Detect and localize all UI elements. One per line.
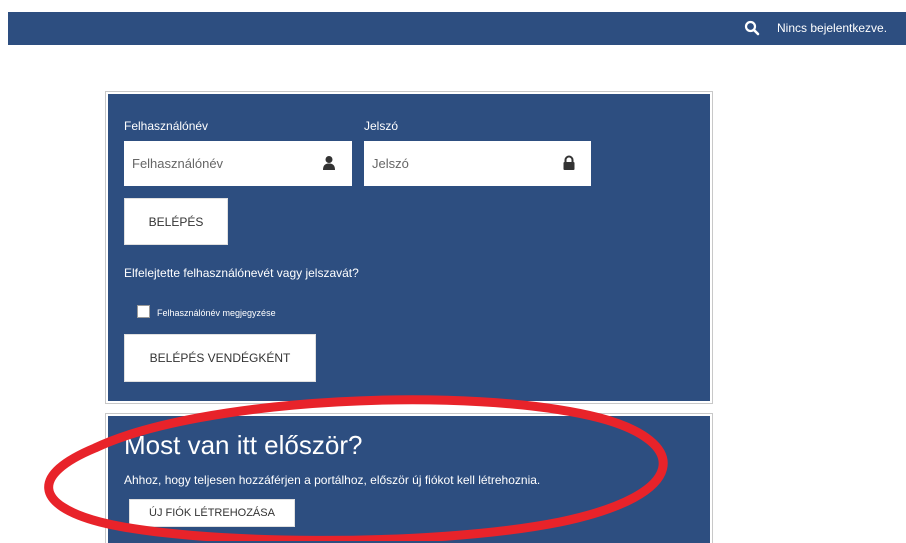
login-panel: Felhasználónév Jelszó BELÉPÉS Elfelejtet… xyxy=(106,92,712,403)
login-status-text[interactable]: Nincs bejelentkezve. xyxy=(777,21,887,35)
username-label: Felhasználónév xyxy=(124,119,209,133)
signup-panel: Most van itt először? Ahhoz, hogy teljes… xyxy=(106,414,712,543)
forgot-credentials-link[interactable]: Elfelejtette felhasználónevét vagy jelsz… xyxy=(124,266,359,280)
remember-username-checkbox[interactable] xyxy=(137,305,150,318)
top-navbar: Nincs bejelentkezve. xyxy=(8,12,906,45)
password-field-wrapper xyxy=(364,141,591,186)
guest-login-button[interactable]: BELÉPÉS VENDÉGKÉNT xyxy=(124,334,316,382)
signup-heading: Most van itt először? xyxy=(124,430,363,460)
lock-icon xyxy=(563,155,575,170)
remember-username-label[interactable]: Felhasználónév megjegyzése xyxy=(157,308,276,318)
user-icon xyxy=(323,156,335,170)
password-input[interactable] xyxy=(372,141,552,186)
username-field-wrapper xyxy=(124,141,352,186)
create-account-button[interactable]: ÚJ FIÓK LÉTREHOZÁSA xyxy=(129,499,295,527)
signup-description: Ahhoz, hogy teljesen hozzáférjen a portá… xyxy=(124,473,541,487)
username-input[interactable] xyxy=(132,141,312,186)
password-label: Jelszó xyxy=(364,119,399,133)
login-button[interactable]: BELÉPÉS xyxy=(124,198,228,245)
search-icon[interactable] xyxy=(744,20,760,36)
